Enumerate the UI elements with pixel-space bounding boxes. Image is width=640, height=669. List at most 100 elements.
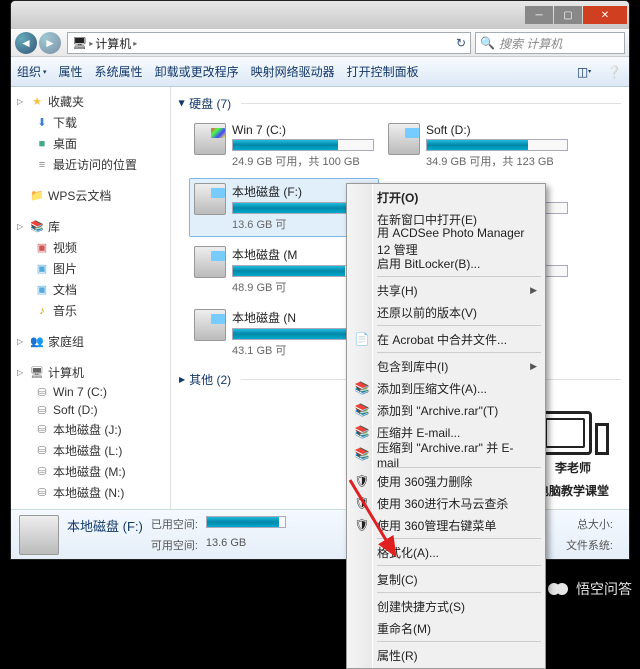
maximize-button[interactable]: ▢	[554, 6, 582, 24]
drive-item[interactable]: Win 7 (C:) 24.9 GB 可用，共 100 GB	[189, 118, 379, 174]
item-icon: ≡	[35, 158, 49, 172]
properties-button[interactable]: 属性	[59, 63, 83, 80]
system-properties-button[interactable]: 系统属性	[95, 63, 143, 80]
menu-item-icon: 📚	[353, 379, 371, 397]
sidebar-wps[interactable]: 📁WPS云文档	[17, 185, 170, 206]
back-button[interactable]: ◄	[15, 32, 37, 54]
sidebar-libraries[interactable]: ▷📚库	[17, 216, 170, 237]
search-placeholder: 搜索 计算机	[499, 35, 562, 52]
submenu-arrow-icon: ▶	[530, 285, 537, 296]
context-menu-item[interactable]: 包含到库中(I)▶	[349, 355, 543, 377]
drive-icon: ⛁	[35, 465, 49, 479]
context-menu-item[interactable]: 格式化(A)...	[349, 541, 543, 563]
forward-button[interactable]: ►	[39, 32, 61, 54]
sidebar-drive-item[interactable]: ⛁本地磁盘 (M:)	[17, 461, 170, 482]
library-icon: 📚	[30, 220, 44, 234]
sidebar-favorites[interactable]: ▷★收藏夹	[17, 91, 170, 112]
context-menu-item[interactable]: 打开(O)	[349, 186, 543, 208]
item-icon: ♪	[35, 304, 49, 318]
context-menu-item[interactable]: 📚压缩到 "Archive.rar" 并 E-mail	[349, 443, 543, 465]
close-button[interactable]: ✕	[583, 6, 627, 24]
context-menu-item[interactable]: 用 ACDSee Photo Manager 12 管理	[349, 230, 543, 252]
sidebar-item[interactable]: ♪音乐	[17, 300, 170, 321]
search-icon: 🔍	[480, 36, 495, 50]
context-menu-item[interactable]: 重命名(M)	[349, 617, 543, 639]
menu-item-icon: 📚	[353, 445, 371, 463]
capacity-bar	[426, 139, 568, 151]
drive-icon	[194, 183, 226, 215]
context-menu-item[interactable]: 📚添加到压缩文件(A)...	[349, 377, 543, 399]
capacity-bar	[232, 139, 374, 151]
sidebar-drive-item[interactable]: ⛁Soft (D:)	[17, 401, 170, 419]
organize-menu[interactable]: 组织▾	[17, 63, 47, 80]
folder-icon: 📁	[30, 189, 44, 203]
drive-icon: ⛁	[35, 444, 49, 458]
computer-icon: 🖥	[30, 366, 44, 380]
drive-icon: ⛁	[35, 423, 49, 437]
context-menu-item[interactable]: 复制(C)	[349, 568, 543, 590]
sidebar-drive-item[interactable]: ⛁Win 7 (C:)	[17, 383, 170, 401]
sidebar: ▷★收藏夹 ⬇下载■桌面≡最近访问的位置 📁WPS云文档 ▷📚库 ▣视频▣图片▣…	[11, 87, 171, 509]
breadcrumb-segment[interactable]: 计算机	[95, 35, 131, 52]
submenu-arrow-icon: ▶	[530, 361, 537, 372]
address-bar: ◄ ► 🖥▸ 计算机▸ ↻ 🔍 搜索 计算机	[11, 29, 629, 57]
menu-item-icon: 🛡	[353, 516, 371, 534]
item-icon: ▣	[35, 241, 49, 255]
help-icon[interactable]: ❔	[605, 63, 623, 81]
context-menu-item[interactable]: 还原以前的版本(V)	[349, 301, 543, 323]
drive-name: Win 7 (C:)	[232, 123, 374, 137]
uninstall-button[interactable]: 卸载或更改程序	[155, 63, 239, 80]
sidebar-item[interactable]: ≡最近访问的位置	[17, 154, 170, 175]
context-menu-item[interactable]: 共享(H)▶	[349, 279, 543, 301]
sidebar-homegroup[interactable]: ▷👥家庭组	[17, 331, 170, 352]
sidebar-drive-item[interactable]: ⛁本地磁盘 (J:)	[17, 419, 170, 440]
drive-text: 24.9 GB 可用，共 100 GB	[232, 153, 374, 169]
sidebar-computer[interactable]: ▷🖥计算机	[17, 362, 170, 383]
item-icon: ■	[35, 137, 49, 151]
chevron-right-icon: ▶	[179, 375, 185, 384]
sidebar-item[interactable]: ■桌面	[17, 133, 170, 154]
item-icon: ▣	[35, 283, 49, 297]
minimize-button[interactable]: ─	[525, 6, 553, 24]
context-menu-item[interactable]: 启用 BitLocker(B)...	[349, 252, 543, 274]
sidebar-item[interactable]: ⬇下载	[17, 112, 170, 133]
sidebar-drive-item[interactable]: ⛁本地磁盘 (L:)	[17, 440, 170, 461]
search-input[interactable]: 🔍 搜索 计算机	[475, 32, 625, 54]
map-drive-button[interactable]: 映射网络驱动器	[251, 63, 335, 80]
context-menu-item[interactable]: 📄在 Acrobat 中合并文件...	[349, 328, 543, 350]
context-menu-item[interactable]: 属性(R)	[349, 644, 543, 666]
menu-item-icon: 📄	[353, 330, 371, 348]
drive-icon	[194, 246, 226, 278]
group-hdd[interactable]: ▶ 硬盘 (7)	[179, 93, 621, 118]
item-icon: ⬇	[35, 116, 49, 130]
sidebar-item[interactable]: ▣图片	[17, 258, 170, 279]
sidebar-drive-item[interactable]: ⛁本地磁盘 (N:)	[17, 482, 170, 503]
sidebar-item[interactable]: ▣文档	[17, 279, 170, 300]
computer-icon: 🖥	[72, 36, 87, 50]
context-menu-item[interactable]: 📚添加到 "Archive.rar"(T)	[349, 399, 543, 421]
sidebar-item[interactable]: ▣视频	[17, 237, 170, 258]
toolbar: 组织▾ 属性 系统属性 卸载或更改程序 映射网络驱动器 打开控制面板 ◫▾ ❔	[11, 57, 629, 87]
chevron-down-icon: ▶	[178, 100, 187, 106]
wukong-watermark: 悟空问答	[548, 579, 632, 599]
drive-name: Soft (D:)	[426, 123, 568, 137]
control-panel-button[interactable]: 打开控制面板	[347, 63, 419, 80]
menu-item-icon: 🛡	[353, 472, 371, 490]
context-menu-item[interactable]: 🛡使用 360管理右键菜单	[349, 514, 543, 536]
item-icon: ▣	[35, 262, 49, 276]
menu-item-icon: 📚	[353, 423, 371, 441]
context-menu-item[interactable]: 🛡使用 360强力删除	[349, 470, 543, 492]
view-menu-icon[interactable]: ◫▾	[575, 63, 593, 81]
titlebar: ─ ▢ ✕	[11, 1, 629, 29]
status-name: 本地磁盘 (F:)	[67, 516, 143, 535]
homegroup-icon: 👥	[30, 335, 44, 349]
drive-item[interactable]: Soft (D:) 34.9 GB 可用，共 123 GB	[383, 118, 573, 174]
context-menu: 打开(O)在新窗口中打开(E)用 ACDSee Photo Manager 12…	[346, 183, 546, 669]
address-field[interactable]: 🖥▸ 计算机▸ ↻	[67, 32, 471, 54]
context-menu-item[interactable]: 🛡使用 360进行木马云查杀	[349, 492, 543, 514]
refresh-icon[interactable]: ↻	[456, 36, 466, 50]
menu-item-icon: 🛡	[353, 494, 371, 512]
used-bar	[206, 516, 286, 528]
context-menu-item[interactable]: 创建快捷方式(S)	[349, 595, 543, 617]
drive-icon	[194, 123, 226, 155]
